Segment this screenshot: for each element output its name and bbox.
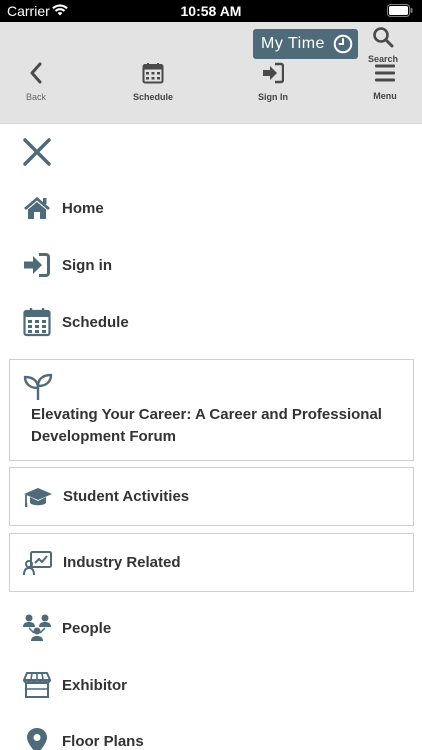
- menu-button[interactable]: Menu: [368, 63, 402, 101]
- battery-icon: [387, 4, 413, 22]
- graduation-cap-icon: [23, 482, 53, 512]
- sprout-icon: [23, 372, 53, 402]
- sign-in-label: Sign In: [258, 92, 288, 102]
- my-time-label: My Time: [261, 35, 325, 52]
- menu-item-industry-related[interactable]: Industry Related: [9, 533, 414, 592]
- menu-item-student-activities[interactable]: Student Activities: [9, 467, 414, 526]
- presentation-chart-icon: [23, 548, 53, 578]
- search-icon: [372, 26, 394, 53]
- hamburger-menu-icon: [374, 63, 396, 88]
- menu-item-exhibitor[interactable]: Exhibitor: [0, 665, 422, 705]
- search-button[interactable]: Search: [365, 26, 401, 64]
- menu-label-schedule: Schedule: [62, 313, 129, 331]
- back-label: Back: [25, 92, 46, 102]
- menu-label-career-forum: Elevating Your Career: A Career and Prof…: [31, 406, 382, 445]
- menu-label-floor-plans: Floor Plans: [62, 732, 144, 750]
- map-pin-icon: [22, 726, 52, 750]
- menu-item-career-forum[interactable]: Elevating Your Career: A Career and Prof…: [9, 359, 414, 461]
- sign-in-icon: [22, 250, 52, 280]
- my-time-button[interactable]: My Time: [253, 29, 358, 59]
- menu-label-industry-related: Industry Related: [63, 554, 181, 571]
- menu-item-sign-in[interactable]: Sign in: [0, 245, 422, 285]
- menu-label-exhibitor: Exhibitor: [62, 676, 128, 694]
- menu-item-schedule[interactable]: Schedule: [0, 302, 422, 342]
- close-menu-button[interactable]: [22, 137, 52, 167]
- chevron-left-icon: [28, 62, 44, 89]
- menu-label: Menu: [373, 91, 397, 101]
- sign-in-button[interactable]: Sign In: [253, 62, 293, 102]
- menu-item-home[interactable]: Home: [0, 188, 422, 228]
- clock-time: 10:58 AM: [180, 3, 242, 19]
- status-bar: Carrier 10:58 AM: [0, 0, 422, 22]
- home-icon: [22, 193, 52, 223]
- people-icon: [22, 613, 52, 643]
- close-icon: [22, 138, 52, 171]
- calendar-icon: [22, 307, 52, 337]
- back-button[interactable]: Back: [20, 62, 52, 102]
- menu-item-floor-plans[interactable]: Floor Plans: [0, 721, 422, 750]
- calendar-icon: [142, 62, 164, 89]
- booth-icon: [22, 670, 52, 700]
- menu-label-student-activities: Student Activities: [63, 488, 190, 505]
- menu-label-people: People: [62, 619, 112, 637]
- schedule-label: Schedule: [132, 92, 173, 102]
- menu-label-home: Home: [62, 199, 104, 217]
- sign-in-icon: [262, 62, 285, 89]
- schedule-button[interactable]: Schedule: [130, 62, 176, 102]
- menu-item-people[interactable]: People: [0, 608, 422, 648]
- clock-icon: [333, 34, 353, 59]
- top-toolbar: My Time Search Back Schedule Sign In Men…: [0, 22, 422, 124]
- menu-label-sign-in: Sign in: [62, 256, 112, 274]
